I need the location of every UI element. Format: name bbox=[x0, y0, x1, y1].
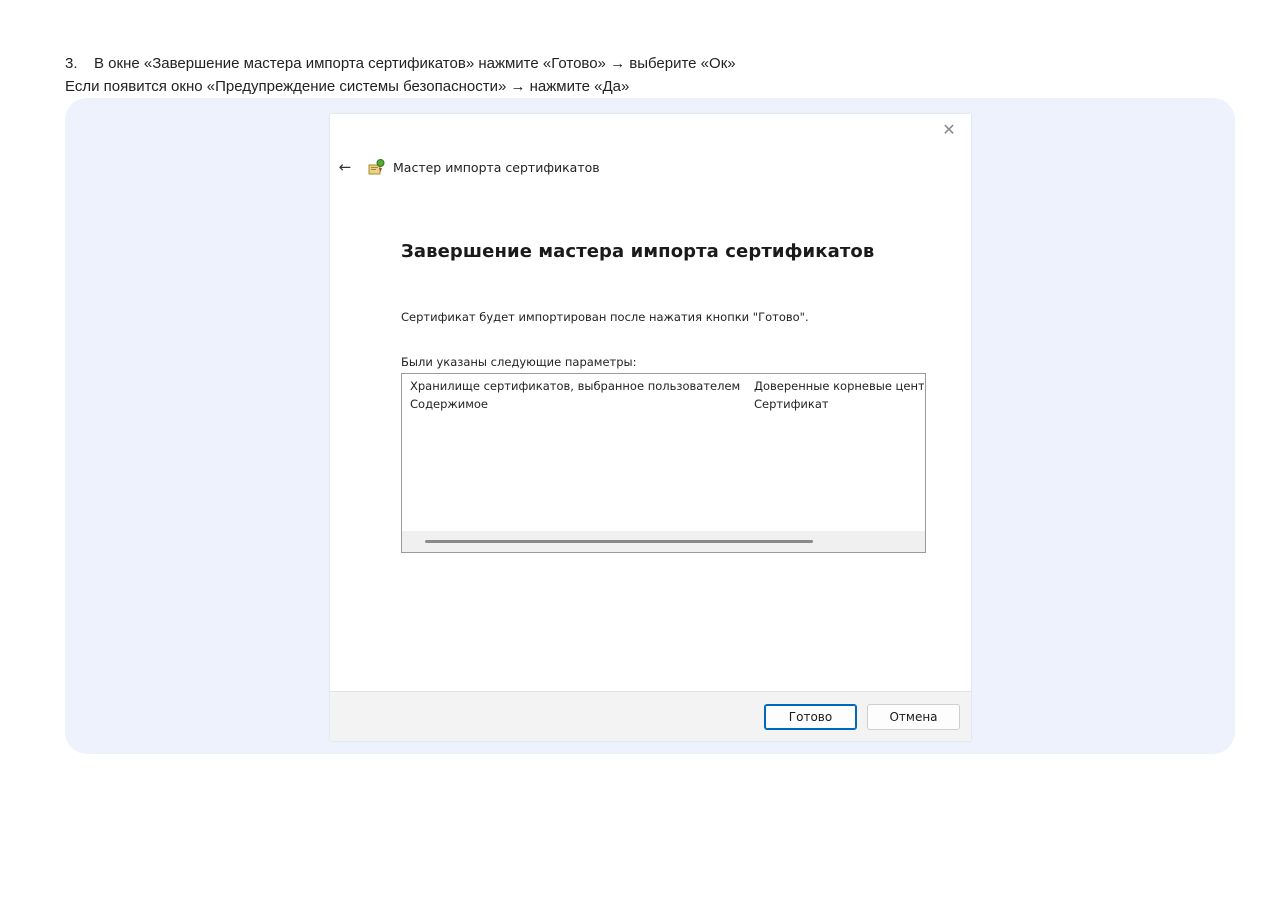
list-item: Хранилище сертификатов, выбранное пользо… bbox=[410, 379, 924, 393]
list-item: Содержимое Сертификат bbox=[410, 397, 924, 411]
close-icon[interactable]: ✕ bbox=[939, 120, 959, 140]
dialog-footer: Готово Отмена bbox=[330, 691, 971, 741]
step-line: 3. В окне «Завершение мастера импорта сер… bbox=[65, 52, 736, 75]
step-number: 3. bbox=[65, 55, 78, 72]
finish-button[interactable]: Готово bbox=[764, 704, 857, 730]
step-text: В окне «Завершение мастера импорта серти… bbox=[94, 55, 736, 72]
page-heading: Завершение мастера импорта сертификатов bbox=[401, 241, 875, 262]
note-line: Если появится окно «Предупреждение систе… bbox=[65, 78, 630, 95]
param-name: Хранилище сертификатов, выбранное пользо… bbox=[410, 379, 741, 393]
window-title: Мастер импорта сертификатов bbox=[393, 159, 600, 175]
info-text: Сертификат будет импортирован после нажа… bbox=[401, 310, 809, 324]
certificate-wizard-icon bbox=[368, 159, 385, 175]
param-value: Сертификат bbox=[754, 397, 829, 411]
cancel-button[interactable]: Отмена bbox=[867, 704, 960, 730]
param-name: Содержимое bbox=[410, 397, 489, 411]
certificate-import-dialog: ✕ ← Мастер импорта сертификатов Завершен… bbox=[330, 114, 971, 741]
params-list[interactable]: Хранилище сертификатов, выбранное пользо… bbox=[401, 373, 926, 553]
scrollbar-thumb[interactable] bbox=[425, 540, 813, 543]
param-value: Доверенные корневые центры сертификации bbox=[754, 379, 924, 393]
params-label: Были указаны следующие параметры: bbox=[401, 355, 637, 369]
horizontal-scrollbar[interactable] bbox=[402, 531, 925, 552]
dialog-titlebar: ← Мастер импорта сертификатов bbox=[336, 157, 600, 177]
back-arrow-icon[interactable]: ← bbox=[336, 158, 354, 176]
instructions: 3. В окне «Завершение мастера импорта сер… bbox=[65, 52, 736, 98]
